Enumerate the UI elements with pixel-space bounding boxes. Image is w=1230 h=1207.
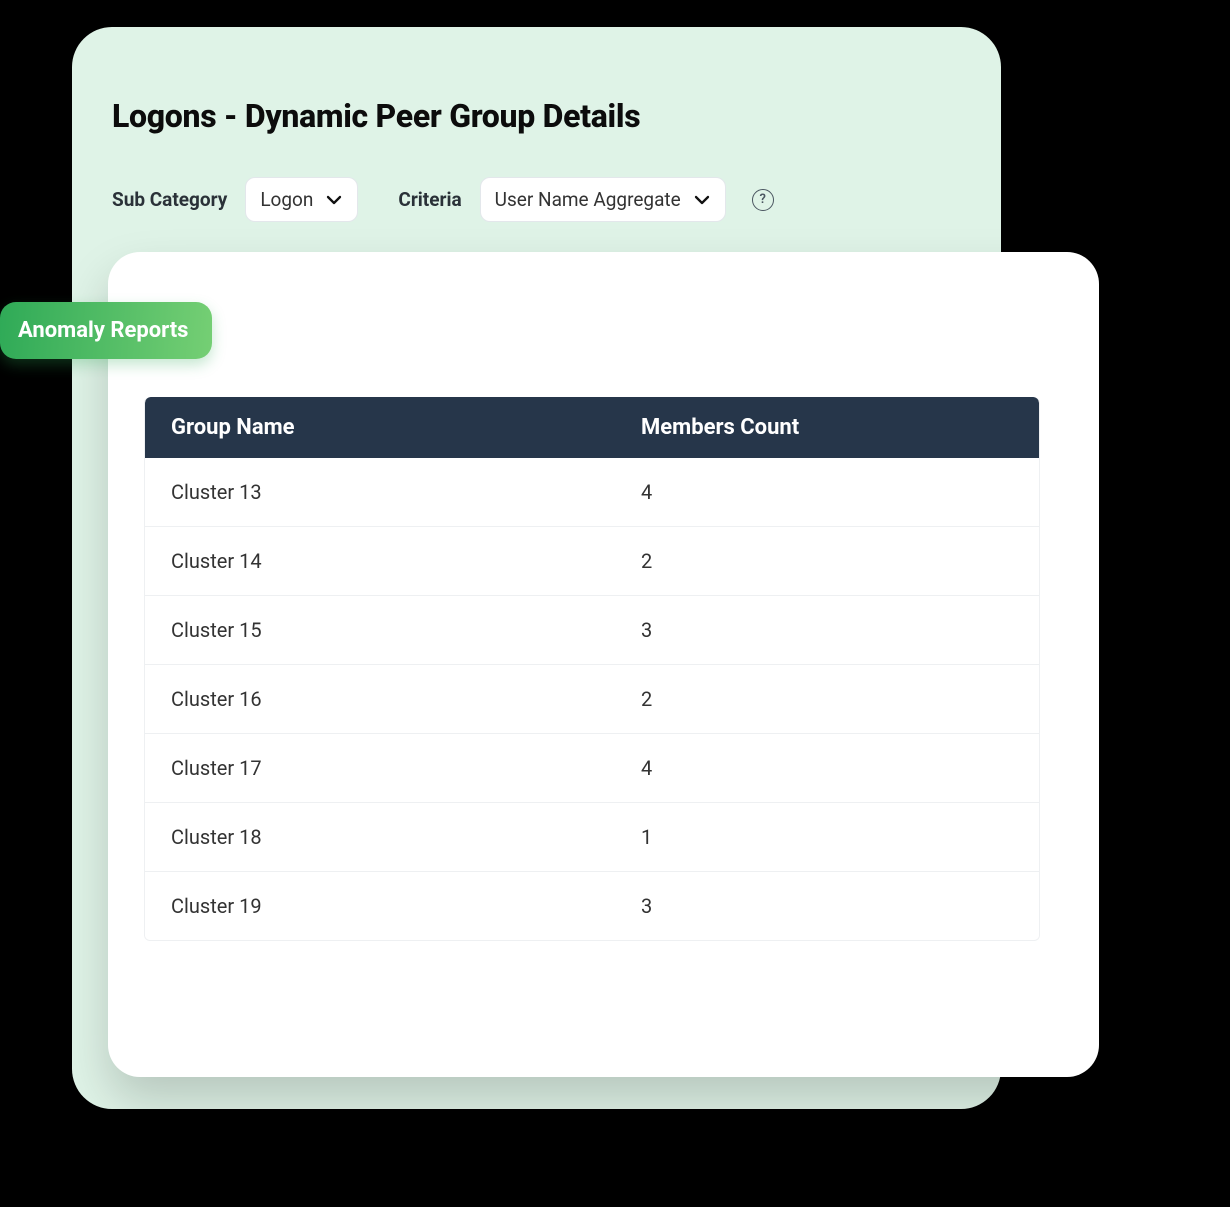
- anomaly-reports-badge[interactable]: Anomaly Reports: [0, 302, 212, 359]
- cell-members-count: 4: [615, 458, 1039, 526]
- help-icon[interactable]: ?: [752, 189, 774, 211]
- cell-members-count: 3: [615, 872, 1039, 940]
- criteria-label: Criteria: [398, 188, 461, 211]
- table-row[interactable]: Cluster 193: [145, 871, 1039, 940]
- sub-category-value: Logon: [260, 188, 313, 211]
- sub-category-dropdown[interactable]: Logon: [245, 177, 358, 222]
- chevron-down-icon: [693, 191, 711, 209]
- cell-group-name: Cluster 16: [145, 665, 615, 733]
- cell-members-count: 3: [615, 596, 1039, 664]
- th-members-count: Members Count: [615, 397, 1039, 458]
- table-header: Group Name Members Count: [145, 397, 1039, 458]
- sub-category-label: Sub Category: [112, 188, 227, 211]
- cell-members-count: 1: [615, 803, 1039, 871]
- cell-members-count: 2: [615, 665, 1039, 733]
- filter-bar: Sub Category Logon Criteria User Name Ag…: [112, 177, 774, 222]
- report-card: Group Name Members Count Cluster 134Clus…: [108, 252, 1099, 1077]
- table-row[interactable]: Cluster 153: [145, 595, 1039, 664]
- criteria-value: User Name Aggregate: [495, 188, 681, 211]
- table-row[interactable]: Cluster 142: [145, 526, 1039, 595]
- chevron-down-icon: [325, 191, 343, 209]
- cell-members-count: 4: [615, 734, 1039, 802]
- help-text: ?: [760, 192, 766, 207]
- cell-group-name: Cluster 14: [145, 527, 615, 595]
- cell-group-name: Cluster 13: [145, 458, 615, 526]
- page-title: Logons - Dynamic Peer Group Details: [112, 97, 640, 135]
- cell-group-name: Cluster 15: [145, 596, 615, 664]
- table-row[interactable]: Cluster 174: [145, 733, 1039, 802]
- cell-group-name: Cluster 19: [145, 872, 615, 940]
- table-row[interactable]: Cluster 134: [145, 458, 1039, 526]
- cell-group-name: Cluster 18: [145, 803, 615, 871]
- table-row[interactable]: Cluster 162: [145, 664, 1039, 733]
- cell-group-name: Cluster 17: [145, 734, 615, 802]
- table-body: Cluster 134Cluster 142Cluster 153Cluster…: [145, 458, 1039, 940]
- th-group-name: Group Name: [145, 397, 615, 458]
- criteria-dropdown[interactable]: User Name Aggregate: [480, 177, 726, 222]
- table-row[interactable]: Cluster 181: [145, 802, 1039, 871]
- cluster-table: Group Name Members Count Cluster 134Clus…: [144, 397, 1040, 941]
- cell-members-count: 2: [615, 527, 1039, 595]
